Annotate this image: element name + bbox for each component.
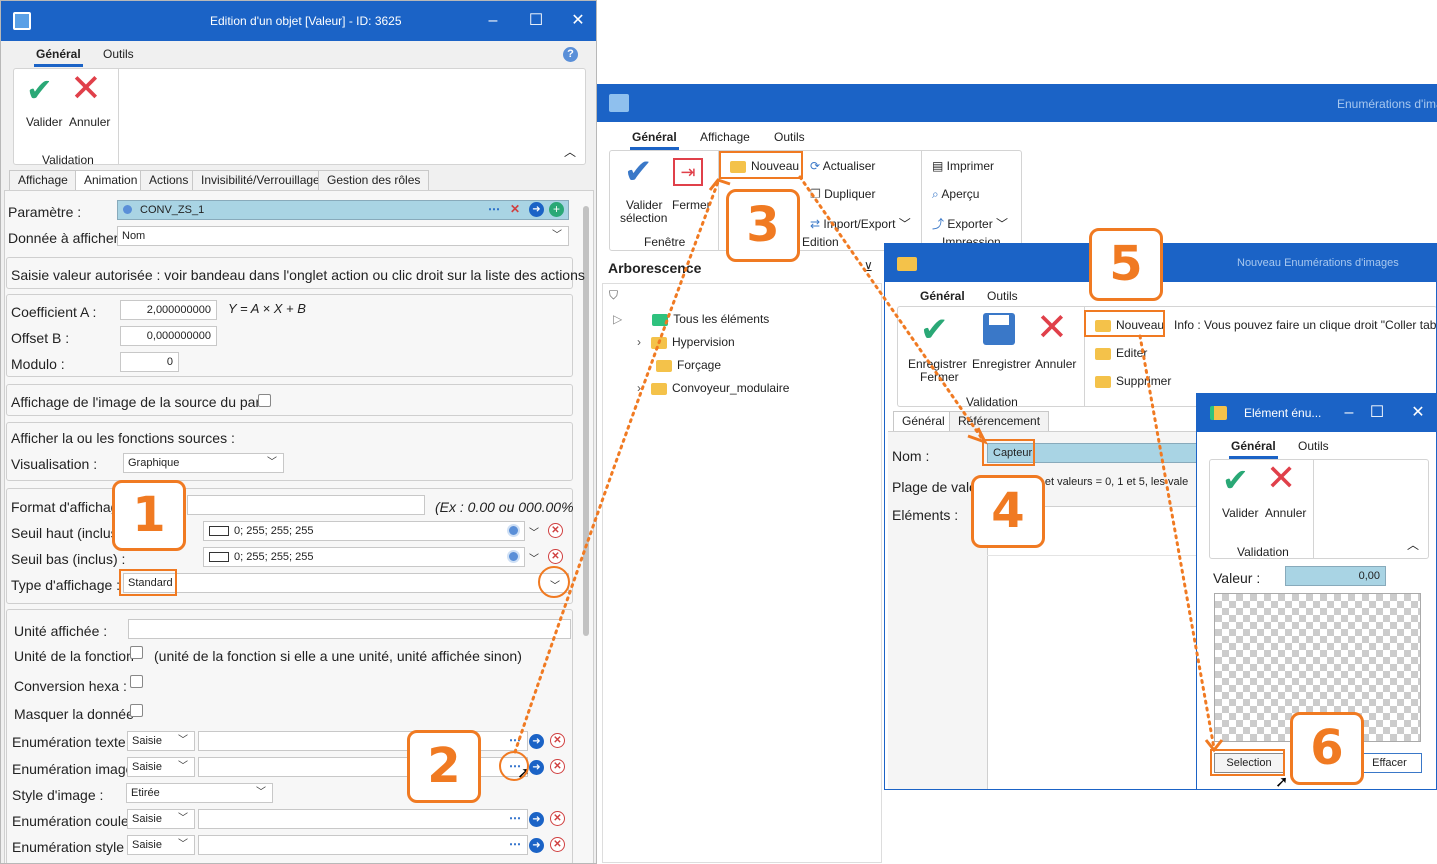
callout-6: 6 <box>1290 712 1364 785</box>
arrow-3-to-4 <box>798 175 985 442</box>
arrow-5-to-6 <box>1138 334 1216 750</box>
highlight-selection <box>1210 749 1285 776</box>
highlight-type-affichage <box>119 569 177 596</box>
highlight-win2-nouveau <box>719 151 803 179</box>
highlight-enum-image-browse <box>499 751 529 781</box>
callout-3: 3 <box>726 189 800 262</box>
callout-4: 4 <box>971 475 1045 548</box>
callout-1: 1 <box>112 480 186 551</box>
arrowhead-3 <box>708 178 731 191</box>
highlight-type-dropdown <box>538 566 570 598</box>
arrow-2-to-3 <box>513 180 720 754</box>
callout-5: 5 <box>1089 228 1163 301</box>
callout-2: 2 <box>407 730 481 803</box>
annotation-arrows <box>513 175 1224 754</box>
highlight-win3-nouveau <box>1084 310 1165 337</box>
highlight-nom-capteur <box>982 439 1035 466</box>
